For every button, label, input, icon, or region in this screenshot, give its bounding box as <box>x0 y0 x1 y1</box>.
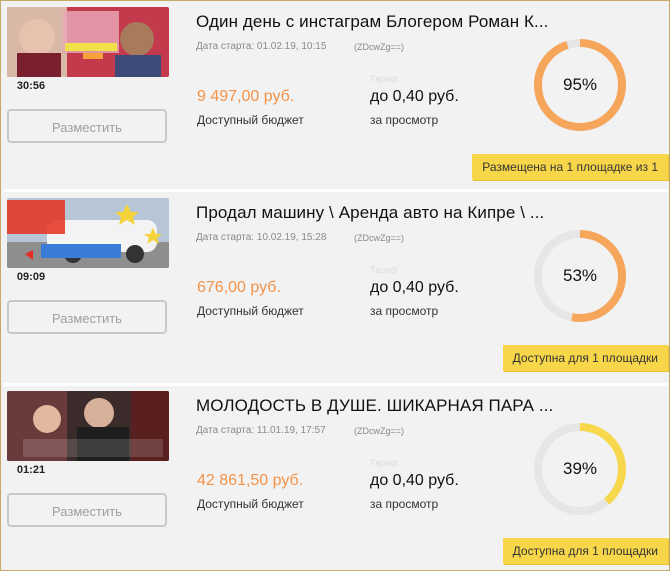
status-badge: Доступна для 1 площадки <box>502 345 668 371</box>
progress-percent: 95% <box>562 75 598 94</box>
status-badge: Доступна для 1 площадки <box>502 538 668 564</box>
price-value: до 0,40 руб. <box>370 279 459 296</box>
price-caption: Тариф <box>370 265 398 275</box>
start-date: Дата старта: 11.01.19, 17:57 <box>196 425 326 436</box>
campaign-card: 01:21 Разместить МОЛОДОСТЬ В ДУШЕ. ШИКАР… <box>4 388 668 568</box>
price-caption: Тариф <box>370 74 398 84</box>
campaign-card: 09:09 Разместить Продал машину \ Аренда … <box>4 195 668 380</box>
price-value: до 0,40 руб. <box>370 88 459 105</box>
price-value: до 0,40 руб. <box>370 472 459 489</box>
video-duration: 30:56 <box>16 80 46 92</box>
place-button[interactable]: Разместить <box>7 300 167 334</box>
progress-percent: 53% <box>562 266 598 285</box>
price-caption: Тариф <box>370 458 398 468</box>
video-duration: 09:09 <box>16 271 46 283</box>
video-thumbnail[interactable] <box>7 7 169 77</box>
campaign-card: 30:56 Разместить Один день с инстаграм Б… <box>4 4 668 189</box>
campaign-list: 30:56 Разместить Один день с инстаграм Б… <box>0 0 670 571</box>
thumbnail-image <box>7 391 169 461</box>
campaign-code: (ZDcwZg==) <box>354 233 405 243</box>
place-button[interactable]: Разместить <box>7 493 167 527</box>
budget-label: Доступный бюджет <box>197 497 304 511</box>
budget-value: 9 497,00 руб. <box>197 88 295 105</box>
video-duration: 01:21 <box>16 464 46 476</box>
budget-value: 42 861,50 руб. <box>197 472 304 489</box>
budget-label: Доступный бюджет <box>197 113 304 127</box>
price-label: за просмотр <box>370 113 439 127</box>
campaign-title[interactable]: Один день с инстаграм Блогером Роман К..… <box>196 12 556 32</box>
campaign-code: (ZDcwZg==) <box>354 426 405 436</box>
budget-label: Доступный бюджет <box>197 304 304 318</box>
price-label: за просмотр <box>370 304 439 318</box>
start-date: Дата старта: 01.02.19, 10:15 <box>196 41 327 52</box>
status-badge: Размещена на 1 площадке из 1 <box>472 154 668 180</box>
price-label: за просмотр <box>370 497 439 511</box>
video-thumbnail[interactable] <box>7 198 169 268</box>
video-thumbnail[interactable] <box>7 391 169 461</box>
campaign-code: (ZDcwZg==) <box>354 42 405 52</box>
campaign-title[interactable]: Продал машину \ Аренда авто на Кипре \ .… <box>196 203 556 223</box>
progress-percent: 39% <box>562 459 598 478</box>
place-button[interactable]: Разместить <box>7 109 167 143</box>
card-divider <box>4 189 668 192</box>
start-date: Дата старта: 10.02.19, 15:28 <box>196 232 327 243</box>
thumbnail-image <box>7 198 169 268</box>
card-divider <box>4 383 668 386</box>
campaign-title[interactable]: МОЛОДОСТЬ В ДУШЕ. ШИКАРНАЯ ПАРА ... <box>196 396 556 416</box>
thumbnail-image <box>7 7 169 77</box>
budget-value: 676,00 руб. <box>197 279 281 296</box>
